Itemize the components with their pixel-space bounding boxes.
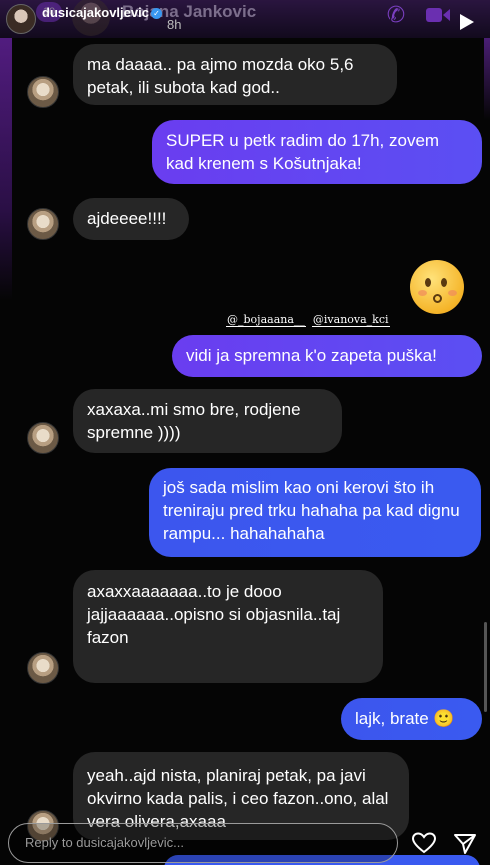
scrollbar[interactable] [484,622,487,712]
incoming-message: ajdeeee!!!! [73,198,189,240]
heart-icon[interactable] [412,832,436,854]
kissing-face-emoji-icon [410,260,464,314]
story-username[interactable]: dusicajakovljevic ✓ [42,5,162,20]
mention-tag[interactable]: @ivanova_kci [311,313,390,327]
verified-badge-icon: ✓ [150,8,162,19]
contact-avatar-small [27,652,59,684]
contact-avatar-small [27,422,59,454]
outgoing-message: lajk, brate 🙂 [341,698,482,740]
story-view: 10 Bojana Jankovic ✆ dusicajakovljevic ✓ … [0,0,490,865]
incoming-message: xaxaxa..mi smo bre, rodjene spremne )))) [73,389,342,453]
incoming-message: axaxxaaaaaaa..to je dooo jajjaaaaaa..opi… [73,570,383,683]
phone-icon: ✆ [386,2,406,27]
play-icon[interactable] [460,14,474,30]
reply-input[interactable]: Reply to dusicajakovljevic... [8,823,398,863]
send-icon[interactable] [453,832,477,856]
incoming-message: ma daaaa.. pa ajmo mozda oko 5,6 petak, … [73,44,397,105]
story-user-avatar[interactable] [6,4,36,34]
outgoing-message: vidi ja spremna k'o zapeta puška! [172,335,482,377]
background-strip [0,0,12,300]
story-username-text: dusicajakovljevic [42,5,149,20]
outgoing-message: još sada mislim kao oni kerovi što ih tr… [149,468,481,557]
contact-avatar-small [27,76,59,108]
mention-tag[interactable]: @_bojaaana__ [226,313,306,327]
contact-avatar-small [27,208,59,240]
outgoing-message: SUPER u petk radim do 17h, zovem kad kre… [152,120,482,184]
story-timestamp: 8h [167,17,182,32]
video-camera-icon [426,8,450,22]
story-mentions: @_bojaaana__ @ivanova_kci [226,313,396,327]
